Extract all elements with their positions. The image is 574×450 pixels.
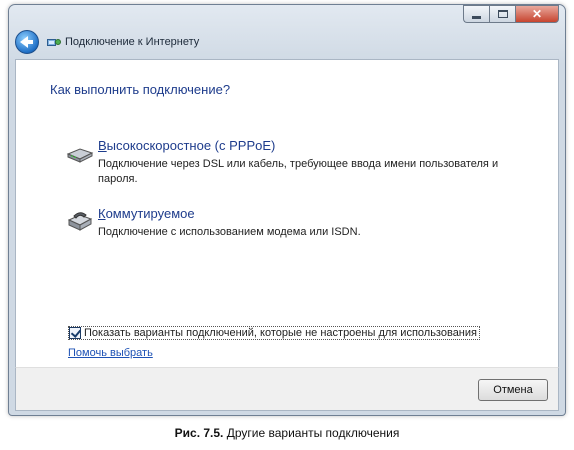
network-connection-icon (47, 39, 61, 46)
dsl-modem-icon (66, 148, 94, 163)
wizard-footer: Отмена (15, 367, 559, 411)
window-title: Подключение к Интернету (65, 36, 200, 48)
wizard-content: Как выполнить подключение? Высокоскорост… (15, 59, 559, 367)
figure-number: Рис. 7.5. (174, 426, 224, 440)
page-instruction: Как выполнить подключение? (50, 82, 231, 97)
option-broadband-description: Подключение через DSL или кабель, требую… (98, 158, 499, 185)
figure-caption: Рис. 7.5. Другие варианты подключения (0, 426, 574, 440)
maximize-button[interactable] (489, 5, 515, 23)
close-icon: ✕ (531, 7, 543, 21)
dialup-modem-icon (67, 212, 93, 231)
minimize-button[interactable] (463, 5, 489, 23)
cancel-button[interactable]: Отмена (478, 379, 548, 401)
connection-wizard-window: ✕ Подключение к Интернету Как выполнить … (8, 4, 566, 416)
option-broadband-pppoe[interactable]: Высокоскоростное (с PPPoE) Подключение ч… (66, 138, 536, 185)
option-broadband-title: Высокоскоростное (с PPPoE) (98, 138, 276, 153)
option-dialup[interactable]: Коммутируемое Подключение с использовани… (66, 206, 536, 240)
show-unconfigured-label: Показать варианты подключений, которые н… (84, 327, 477, 339)
back-button[interactable] (15, 30, 39, 54)
close-button[interactable]: ✕ (515, 5, 559, 23)
figure-caption-text: Другие варианты подключения (226, 426, 400, 440)
show-unconfigured-checkbox[interactable] (69, 327, 81, 339)
option-dialup-description: Подключение с использованием модема или … (98, 226, 361, 238)
help-choose-link[interactable]: Помочь выбрать (68, 347, 153, 359)
minimize-icon (472, 15, 481, 19)
window-caption-buttons: ✕ (463, 5, 559, 23)
show-unconfigured-checkbox-row[interactable]: Показать варианты подключений, которые н… (68, 326, 480, 340)
maximize-icon (497, 10, 508, 18)
wizard-header: Подключение к Интернету (9, 25, 565, 59)
option-dialup-title: Коммутируемое (98, 206, 195, 221)
